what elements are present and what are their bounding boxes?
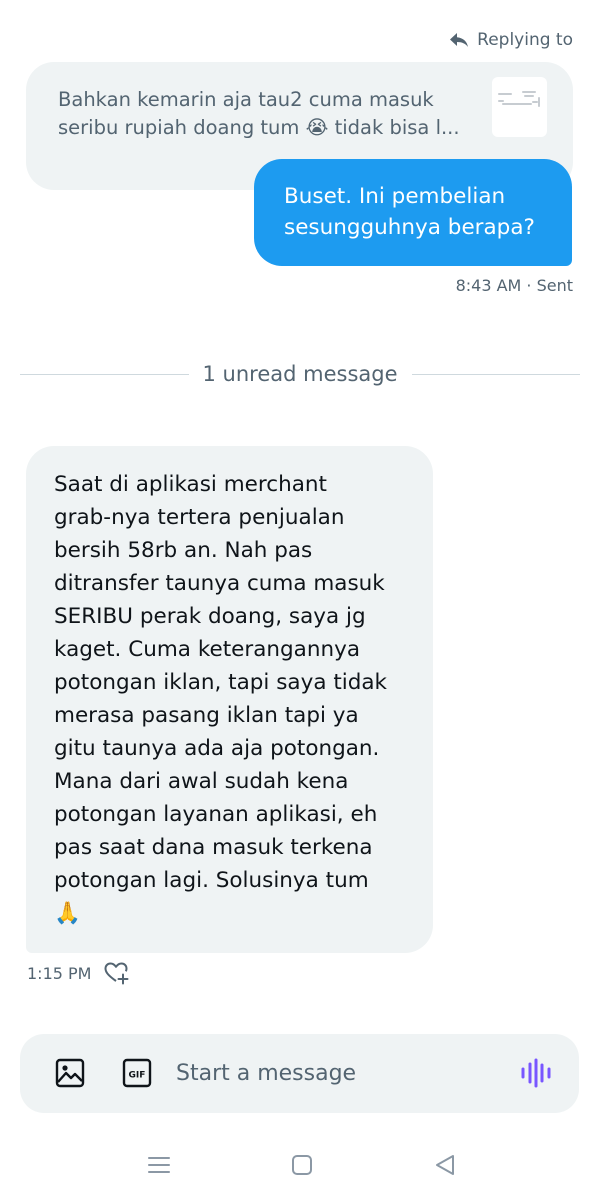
recents-icon	[148, 1157, 170, 1173]
message-input[interactable]	[176, 1054, 476, 1092]
unread-divider-label: 1 unread message	[202, 362, 398, 386]
received-message-meta: 1:15 PM	[27, 960, 129, 986]
svg-text:GIF: GIF	[129, 1071, 146, 1081]
received-message-line: pas saat dana masuk terkena	[54, 835, 373, 860]
gif-icon: GIF	[122, 1058, 152, 1088]
received-message-line: gitu taunya ada aja potongan.	[54, 736, 380, 761]
replying-to-label: Replying to	[477, 30, 573, 50]
received-message-line: Mana dari awal sudah kena	[54, 769, 349, 794]
add-image-button[interactable]	[54, 1057, 86, 1089]
back-icon	[436, 1155, 454, 1175]
sent-message-line: sesungguhnya berapa?	[284, 215, 535, 240]
received-message-line: ditransfer taunya cuma masuk	[54, 571, 385, 596]
received-message-line: SERIBU perak doang, saya jg	[54, 604, 366, 629]
add-reaction-icon[interactable]	[103, 960, 129, 986]
received-message-line: 🙏	[54, 901, 81, 926]
add-gif-button[interactable]: GIF	[121, 1057, 153, 1089]
system-navigation-bar	[0, 1130, 600, 1200]
reply-arrow-icon	[450, 33, 469, 47]
received-message-line: potongan lagi. Solusinya tum	[54, 868, 369, 893]
divider-line-left	[20, 373, 189, 375]
received-message-timestamp: 1:15 PM	[27, 963, 92, 983]
voice-message-button[interactable]	[520, 1057, 552, 1089]
unread-divider: 1 unread message	[20, 360, 580, 388]
received-message-line: potongan iklan, tapi saya tidak	[54, 670, 388, 695]
received-message-line: merasa pasang iklan tapi ya	[54, 703, 359, 728]
home-icon	[292, 1155, 312, 1175]
divider-line-right	[411, 373, 580, 375]
replied-message-text: Bahkan kemarin aja tau2 cuma masuk serib…	[58, 86, 468, 142]
image-icon	[55, 1058, 85, 1088]
received-message-bubble[interactable]: Saat di aplikasi merchant grab-nya terte…	[26, 446, 433, 953]
received-message-line: Saat di aplikasi merchant	[54, 472, 327, 497]
replying-to-indicator[interactable]: Replying to	[449, 30, 573, 50]
received-message-line: kaget. Cuma keterangannya	[54, 637, 360, 662]
message-composer: GIF	[20, 1034, 579, 1113]
replied-message-line: Bahkan kemarin aja tau2 cuma masuk	[58, 88, 434, 111]
home-button[interactable]	[289, 1152, 315, 1178]
back-button[interactable]	[432, 1152, 458, 1178]
received-message-line: grab-nya tertera penjualan	[54, 505, 345, 530]
received-message-line: potongan layanan aplikasi, eh	[54, 802, 378, 827]
recents-button[interactable]	[146, 1152, 172, 1178]
replied-message-line: seribu rupiah doang tum 😭 tidak bisa l..…	[58, 116, 460, 139]
replied-message-thumbnail	[492, 77, 547, 137]
sent-message-line: Buset. Ini pembelian	[284, 184, 506, 209]
voice-icon	[521, 1058, 551, 1088]
sent-message-bubble[interactable]: Buset. Ini pembelian sesungguhnya berapa…	[254, 159, 572, 266]
received-message-line: bersih 58rb an. Nah pas	[54, 538, 313, 563]
sent-message-timestamp: 8:43 AM · Sent	[455, 276, 573, 295]
